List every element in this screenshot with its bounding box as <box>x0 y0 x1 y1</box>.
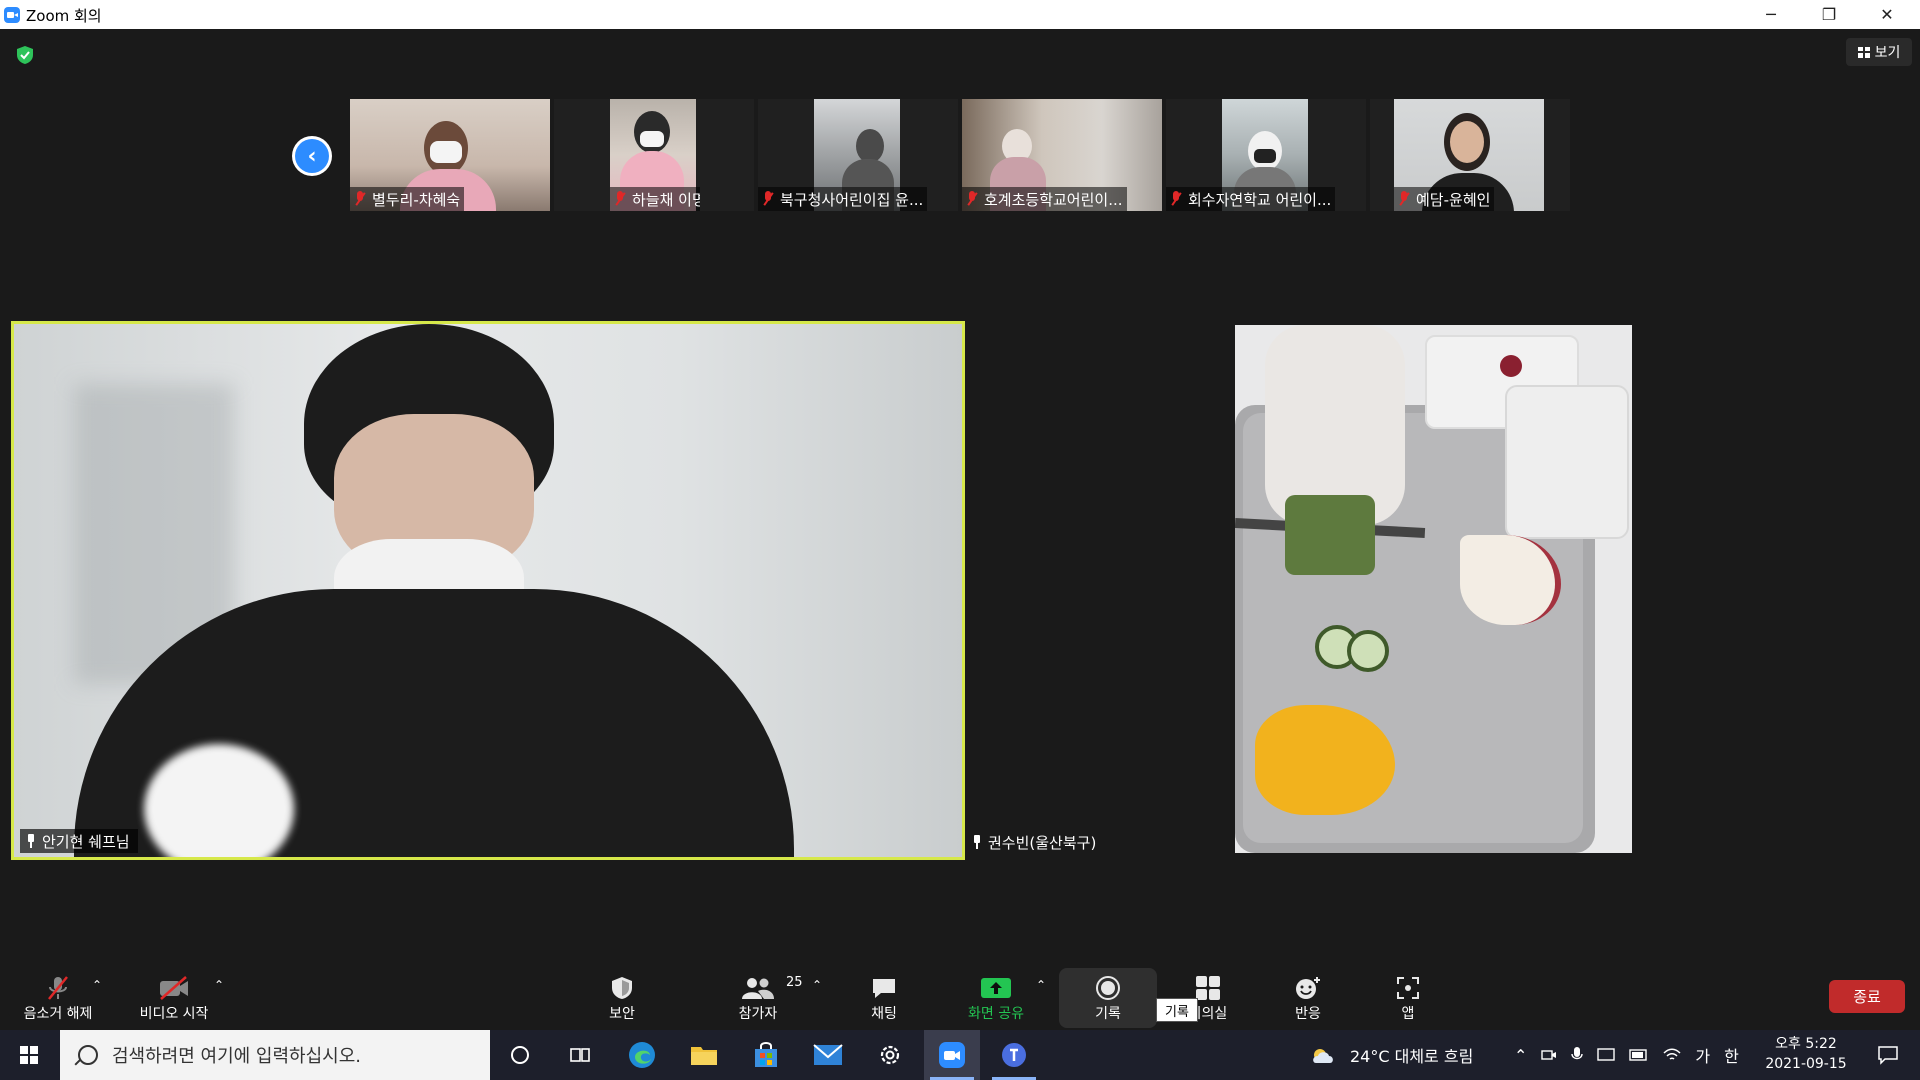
participant-label: 예담-윤혜인 <box>1394 187 1495 211</box>
participants-button[interactable]: 25 참가자 <box>720 968 803 1029</box>
participant-thumbnail[interactable]: 하늘채 이명화 <box>554 99 754 211</box>
participant-name-tag: 권수빈(울산북구) <box>966 830 1104 854</box>
chat-icon <box>871 975 897 1001</box>
camera-tray-icon[interactable] <box>1541 1047 1557 1063</box>
battery-icon[interactable] <box>1629 1049 1649 1061</box>
mic-muted-icon <box>1170 191 1182 207</box>
pin-icon <box>972 835 982 849</box>
video-off-icon <box>158 975 190 1001</box>
record-icon <box>1095 975 1121 1001</box>
participant-thumbnail[interactable]: 예담-윤혜인 <box>1370 99 1570 211</box>
participant-thumbnail[interactable]: 북구청사어린이집 윤... <box>758 99 958 211</box>
title-bar: Zoom 회의 ─ ❐ ✕ <box>0 0 1920 29</box>
participant-label: 회수자연학교 어린이... <box>1166 187 1336 211</box>
breakout-rooms-icon <box>1195 975 1221 1001</box>
participant-label: 별두리-차혜숙 <box>350 187 465 211</box>
mic-muted-icon <box>1398 191 1410 207</box>
app-t-icon[interactable] <box>986 1030 1042 1080</box>
chevron-up-icon[interactable]: ⌃ <box>92 978 102 992</box>
display-tray-icon[interactable] <box>1597 1047 1616 1063</box>
mic-muted-icon <box>762 191 774 207</box>
view-button[interactable]: 보기 <box>1846 38 1912 66</box>
chevron-up-icon[interactable]: ⌃ <box>1036 978 1046 992</box>
settings-gear-icon[interactable] <box>862 1030 918 1080</box>
mail-icon[interactable] <box>800 1030 856 1080</box>
mic-muted-icon <box>354 191 366 207</box>
record-tooltip: 기록 <box>1156 998 1198 1022</box>
zoom-taskbar-icon[interactable] <box>924 1030 980 1080</box>
cloud-icon <box>1313 1049 1333 1063</box>
participant-video[interactable] <box>1235 325 1632 853</box>
participant-thumbnail[interactable]: 호계초등학교어린이... <box>962 99 1162 211</box>
store-icon[interactable] <box>738 1030 794 1080</box>
chevron-left-icon: ‹ <box>295 139 329 173</box>
participant-label: 호계초등학교어린이... <box>962 187 1127 211</box>
microphone-tray-icon[interactable] <box>1571 1046 1584 1064</box>
clock-time: 오후 5:22 <box>1775 1036 1837 1052</box>
reactions-button[interactable]: 반응 <box>1276 968 1340 1029</box>
chevron-up-icon[interactable]: ⌃ <box>214 978 224 992</box>
search-icon <box>78 1045 98 1065</box>
file-explorer-icon[interactable] <box>676 1030 732 1080</box>
minimize-button[interactable]: ─ <box>1742 0 1800 29</box>
chevron-up-icon[interactable]: ⌃ <box>1514 1046 1527 1065</box>
weather-text: 24°C 대체로 흐림 <box>1350 1047 1474 1066</box>
start-button[interactable] <box>0 1030 58 1080</box>
notification-icon[interactable] <box>1860 1030 1916 1080</box>
windows-logo-icon <box>20 1046 38 1064</box>
reactions-icon <box>1294 975 1322 1001</box>
start-video-button[interactable]: 비디오 시작 <box>130 968 218 1029</box>
participants-icon: 25 <box>742 975 803 1001</box>
system-tray: ⌃ 가 한 <box>1514 1030 1739 1080</box>
chevron-up-icon[interactable]: ⌃ <box>812 978 822 992</box>
participant-label: 하늘채 이명화 <box>610 187 700 211</box>
apps-icon <box>1395 975 1421 1001</box>
search-placeholder: 검색하려면 여기에 입력하십시오. <box>112 1046 362 1067</box>
security-button[interactable]: 보안 <box>590 968 654 1029</box>
participants-count: 25 <box>786 975 803 990</box>
participant-thumbnail[interactable]: 회수자연학교 어린이... <box>1166 99 1366 211</box>
participant-thumbnail[interactable]: 별두리-차혜숙 <box>350 99 550 211</box>
strip-prev-button[interactable]: ‹ <box>292 136 332 176</box>
speaker-name-tag: 안기현 쉐프님 <box>20 829 138 853</box>
ime-mode-indicator[interactable]: 가 <box>1695 1043 1710 1067</box>
ime-language-indicator[interactable]: 한 <box>1724 1043 1739 1067</box>
security-icon <box>611 975 633 1001</box>
pin-icon <box>26 834 36 848</box>
taskbar-clock[interactable]: 오후 5:22 2021-09-15 <box>1760 1034 1852 1074</box>
mic-muted-icon <box>47 975 69 1001</box>
share-screen-button[interactable]: 화면 공유 <box>956 968 1036 1029</box>
mic-muted-icon <box>966 191 978 207</box>
close-button[interactable]: ✕ <box>1858 0 1916 29</box>
zoom-app-icon <box>4 7 20 23</box>
restore-button[interactable]: ❐ <box>1800 0 1858 29</box>
security-shield-icon[interactable] <box>17 46 33 64</box>
weather-widget[interactable]: 24°C 대체로 흐림 <box>1310 1030 1473 1080</box>
chat-button[interactable]: 채팅 <box>852 968 916 1029</box>
clock-date: 2021-09-15 <box>1765 1056 1847 1072</box>
window-title: Zoom 회의 <box>26 7 102 25</box>
cortana-icon[interactable] <box>492 1030 548 1080</box>
task-view-icon[interactable] <box>552 1030 608 1080</box>
participant-label: 북구청사어린이집 윤... <box>758 187 928 211</box>
share-screen-icon <box>980 975 1012 1001</box>
apps-button[interactable]: 앱 <box>1376 968 1440 1029</box>
end-meeting-button[interactable]: 종료 <box>1829 980 1905 1013</box>
wifi-icon[interactable] <box>1663 1047 1681 1063</box>
unmute-button[interactable]: 음소거 해제 <box>14 968 102 1029</box>
mic-muted-icon <box>614 191 626 207</box>
edge-browser-icon[interactable] <box>614 1030 670 1080</box>
windows-taskbar: 검색하려면 여기에 입력하십시오. 24°C 대체로 흐림 ⌃ 가 한 오후 5… <box>0 1030 1920 1080</box>
view-label: 보기 <box>1874 45 1901 61</box>
record-button[interactable]: 기록 <box>1076 968 1140 1029</box>
taskbar-search-input[interactable]: 검색하려면 여기에 입력하십시오. <box>60 1030 490 1080</box>
active-speaker-video[interactable]: 안기현 쉐프님 <box>11 321 965 860</box>
grid-view-icon <box>1857 46 1870 58</box>
